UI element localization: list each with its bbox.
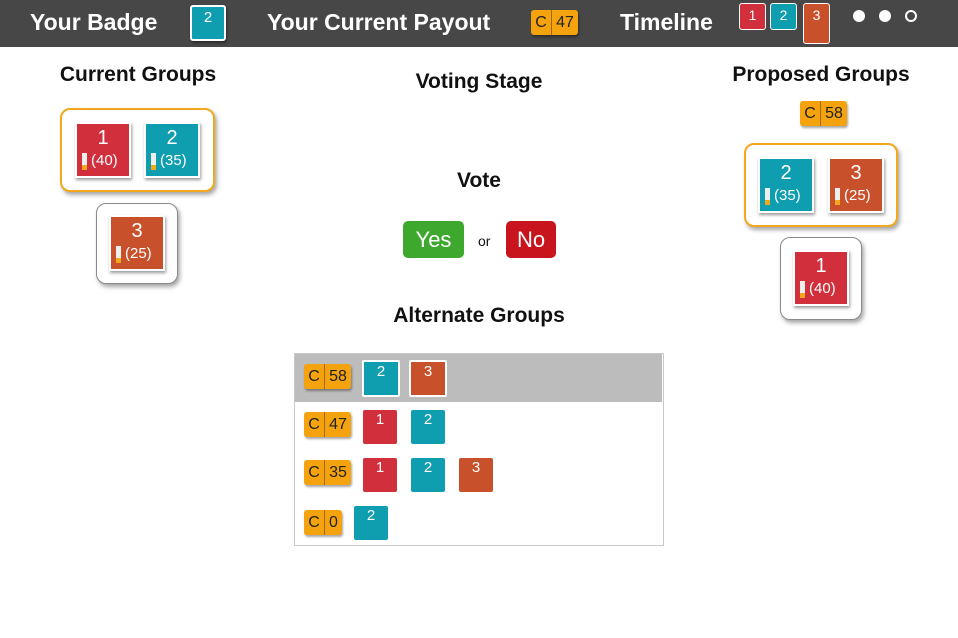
voting-stage-title: Voting Stage [415, 70, 543, 93]
payout-value: 0 [329, 513, 338, 531]
member-badge-1: 1 (40) [75, 122, 131, 178]
currency-symbol: C [304, 460, 325, 485]
row-member-1: 1 [363, 410, 397, 444]
badge-label: Your Badge [30, 9, 158, 35]
no-button[interactable]: No [506, 221, 556, 258]
score-bar [835, 188, 840, 205]
payout-value: 35 [329, 463, 347, 481]
alternate-groups-title: Alternate Groups [393, 304, 565, 327]
member-score: (25) [844, 187, 871, 204]
row-member-2: 2 [411, 410, 445, 444]
score-bar [116, 246, 121, 263]
member-badge-1: 1 (40) [793, 250, 849, 306]
member-id: 2 [166, 127, 178, 149]
payout-value: 47 [329, 415, 347, 433]
timeline-label: Timeline [620, 9, 713, 35]
payout-value: 58 [825, 104, 843, 122]
alternate-row[interactable]: C 0 2 [295, 498, 662, 546]
payout-value: 58 [329, 367, 347, 385]
timeline-item-1: 1 [739, 3, 766, 30]
member-score: (35) [774, 187, 801, 204]
currency-symbol: C [304, 510, 325, 535]
timeline-item-2: 2 [770, 3, 797, 30]
currency-symbol: C [800, 101, 821, 126]
current-group-2: 3 (25) [96, 203, 178, 284]
proposed-group-1: 2 (35) 3 (25) [744, 143, 898, 227]
row-payout-badge: C 0 [304, 510, 342, 535]
or-label: or [478, 233, 491, 249]
row-member-2: 2 [362, 360, 400, 397]
member-badge-3: 3 (25) [828, 157, 884, 213]
member-badge-2: 2 (35) [144, 122, 200, 178]
row-payout-badge: C 47 [304, 412, 351, 437]
progress-dot-filled [853, 10, 865, 22]
current-payout-badge: C 47 [531, 10, 578, 35]
currency-symbol: C [304, 364, 325, 389]
payout-value: 47 [556, 13, 574, 31]
member-score: (40) [809, 280, 836, 297]
score-bar [82, 153, 87, 170]
row-member-2: 2 [354, 506, 388, 540]
proposed-group-2: 1 (40) [780, 237, 862, 320]
member-id: 2 [780, 162, 792, 184]
proposed-groups-title: Proposed Groups [732, 63, 910, 86]
alternate-row[interactable]: C 47 1 2 [295, 402, 662, 450]
timeline-item-3: 3 [803, 3, 830, 44]
row-payout-badge: C 58 [304, 364, 351, 389]
top-bar: Your Badge 2 Your Current Payout C 47 Ti… [0, 0, 958, 47]
member-id: 1 [97, 127, 109, 149]
proposed-payout-badge: C 58 [800, 101, 847, 126]
score-bar [800, 281, 805, 298]
alternate-row[interactable]: C 35 1 2 3 [295, 450, 662, 498]
vote-title: Vote [457, 169, 501, 192]
member-badge-2: 2 (35) [758, 157, 814, 213]
alternate-groups-list: C 58 2 3 C 47 1 2 C 35 1 2 3 C 0 2 [294, 353, 664, 546]
member-id: 3 [850, 162, 862, 184]
row-member-1: 1 [363, 458, 397, 492]
your-badge: 2 [190, 5, 226, 41]
score-bar [765, 188, 770, 205]
yes-button[interactable]: Yes [403, 221, 464, 258]
progress-dot-filled [879, 10, 891, 22]
member-id: 3 [131, 220, 143, 242]
current-group-1: 1 (40) 2 (35) [60, 108, 215, 192]
currency-symbol: C [531, 10, 552, 35]
member-badge-3: 3 (25) [109, 215, 165, 271]
member-score: (40) [91, 152, 118, 169]
member-score: (25) [125, 245, 152, 262]
currency-symbol: C [304, 412, 325, 437]
member-score: (35) [160, 152, 187, 169]
payout-label: Your Current Payout [267, 9, 491, 35]
score-bar [151, 153, 156, 170]
row-member-3: 3 [459, 458, 493, 492]
current-groups-title: Current Groups [59, 63, 217, 86]
row-member-2: 2 [411, 458, 445, 492]
member-id: 1 [815, 255, 827, 277]
alternate-row-selected[interactable]: C 58 2 3 [295, 354, 662, 402]
progress-dot-current [905, 10, 917, 22]
row-member-3: 3 [409, 360, 447, 397]
row-payout-badge: C 35 [304, 460, 351, 485]
